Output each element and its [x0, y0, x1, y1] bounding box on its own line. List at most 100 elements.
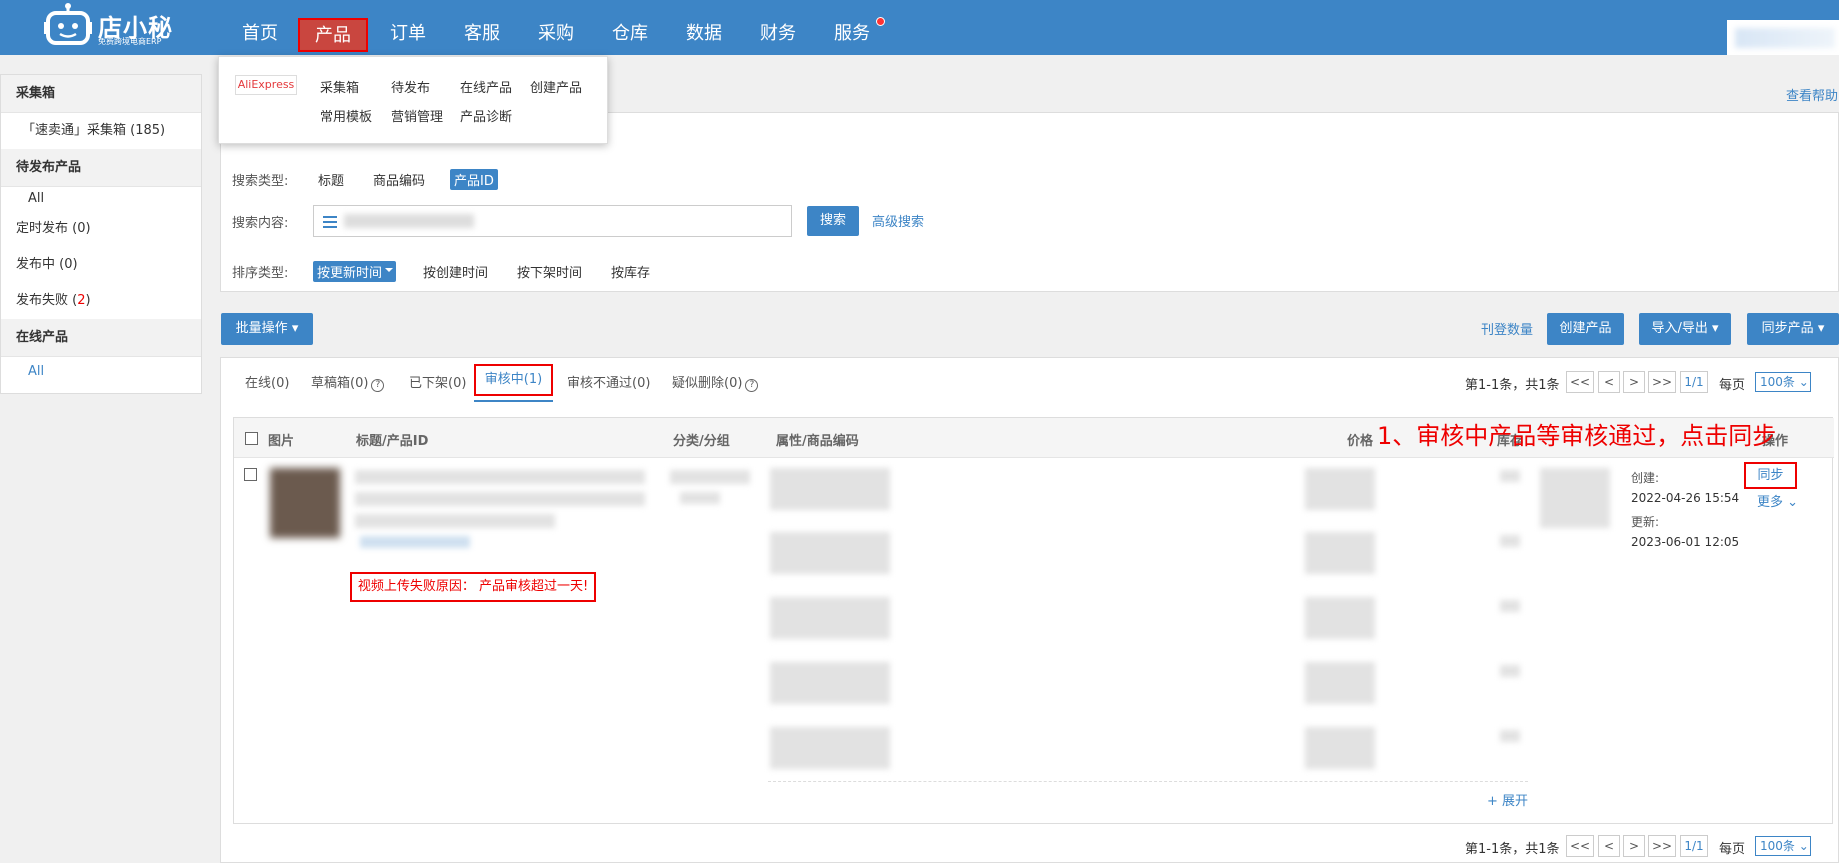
updated-time: 2023-06-01 12:05 [1631, 535, 1740, 549]
more-actions-link[interactable]: 更多 ⌄ [1757, 491, 1798, 510]
sync-products-button[interactable]: 同步产品 ▾ [1747, 313, 1839, 345]
pager-top: 第1-1条，共1条 << < > >> 1/1 每页 100条 ⌄ [1465, 371, 1835, 393]
pager-count: 第1-1条，共1条 [1465, 842, 1560, 857]
import-export-button[interactable]: 导入/导出 ▾ [1639, 313, 1731, 345]
menu-collect-box[interactable]: 采集箱 [320, 77, 359, 96]
pager-next-button[interactable]: > [1623, 835, 1645, 857]
failed-close: ) [85, 293, 91, 308]
app-logo[interactable]: 店小秘 免费跨境电商ERP [44, 2, 214, 50]
search-type-product-id[interactable]: 产品ID [450, 169, 498, 190]
col-price: 价格 [1347, 434, 1374, 449]
pager-first-button[interactable]: << [1566, 371, 1594, 393]
failed-count: 2 [77, 293, 86, 308]
pager-page[interactable]: 1/1 [1680, 835, 1708, 857]
nav-orders[interactable]: 订单 [386, 0, 430, 55]
pager-last-button[interactable]: >> [1648, 835, 1676, 857]
sidebar-item-publishing[interactable]: 发布中 (0) [1, 247, 201, 283]
col-category: 分类/分组 [673, 434, 730, 449]
search-button[interactable]: 搜索 [807, 206, 859, 236]
listing-count-link[interactable]: 刊登数量 [1481, 319, 1533, 338]
per-page-select[interactable]: 100条 ⌄ [1755, 372, 1811, 392]
pager-last-button[interactable]: >> [1648, 371, 1676, 393]
help-question-icon: ? [371, 379, 385, 392]
caret-down-icon [385, 268, 394, 276]
pager-page[interactable]: 1/1 [1680, 371, 1708, 393]
sidebar-item-failed[interactable]: 发布失败 (2) [1, 283, 201, 319]
pager-first-button[interactable]: << [1566, 835, 1594, 857]
sidebar-item-online-all[interactable]: All [1, 357, 201, 387]
help-link[interactable]: 查看帮助 [1786, 85, 1838, 104]
menu-common-templates[interactable]: 常用模板 [320, 106, 372, 125]
tab-rejected[interactable]: 审核不通过(0) [567, 372, 650, 391]
select-all-checkbox[interactable] [245, 432, 258, 445]
brand-tagline: 免费跨境电商ERP [98, 37, 162, 46]
col-image: 图片 [268, 434, 295, 449]
menu-create-product[interactable]: 创建产品 [530, 77, 582, 96]
sidebar-item-aliexpress-collect[interactable]: 「速卖通」采集箱 (185) [1, 113, 201, 149]
help-question-icon: ? [745, 379, 759, 392]
nav-customer-service[interactable]: 客服 [460, 0, 504, 55]
expand-link[interactable]: + 展开 [1487, 790, 1528, 809]
nav-service[interactable]: 服务 [830, 0, 874, 55]
advanced-search-link[interactable]: 高级搜索 [872, 211, 924, 230]
created-time: 2022-04-26 15:54 [1631, 491, 1740, 505]
nav-finance[interactable]: 财务 [756, 0, 800, 55]
search-input[interactable] [313, 205, 792, 237]
notification-dot [876, 17, 885, 26]
sort-by-stock[interactable]: 按库存 [611, 262, 650, 281]
sidebar-head-collect: 采集箱 [1, 75, 201, 113]
col-title: 标题/产品ID [356, 434, 429, 449]
sort-by-create[interactable]: 按创建时间 [423, 262, 488, 281]
pager-prev-button[interactable]: < [1598, 371, 1620, 393]
caret-down-icon: ▾ [1712, 321, 1719, 336]
pager-prev-button[interactable]: < [1598, 835, 1620, 857]
chevron-down-icon: ⌄ [1798, 839, 1809, 853]
nav-product[interactable]: 产品 [298, 18, 368, 52]
sort-type-label: 排序类型: [232, 266, 289, 281]
create-product-button[interactable]: 创建产品 [1547, 313, 1624, 345]
sidebar-head-online: 在线产品 [1, 319, 201, 357]
product-image[interactable] [270, 468, 340, 538]
user-account-area[interactable] [1727, 20, 1839, 55]
menu-marketing[interactable]: 营销管理 [391, 106, 443, 125]
tab-draft[interactable]: 草稿箱(0)? [311, 372, 385, 392]
menu-product-diagnosis[interactable]: 产品诊断 [460, 106, 512, 125]
pager-bottom: 第1-1条，共1条 << < > >> 1/1 每页 100条 ⌄ [1465, 835, 1835, 857]
search-type-title[interactable]: 标题 [318, 170, 344, 189]
pager-next-button[interactable]: > [1623, 371, 1645, 393]
sidebar-item-scheduled[interactable]: 定时发布 (0) [1, 211, 201, 247]
caret-down-icon: ▾ [291, 321, 299, 336]
product-dropdown-menu: AliExpress 采集箱 待发布 在线产品 创建产品 常用模板 营销管理 产… [218, 56, 608, 144]
chevron-down-icon: ⌄ [1798, 375, 1809, 389]
nav-data[interactable]: 数据 [682, 0, 726, 55]
tab-suspect-deleted[interactable]: 疑似删除(0)? [672, 372, 759, 392]
row-checkbox[interactable] [244, 468, 257, 481]
search-type-sku[interactable]: 商品编码 [373, 170, 425, 189]
sidebar: 采集箱 「速卖通」采集箱 (185) 待发布产品 All 定时发布 (0) 发布… [0, 74, 202, 394]
tab-online[interactable]: 在线(0) [245, 372, 289, 391]
per-page-select[interactable]: 100条 ⌄ [1755, 836, 1811, 856]
nav-warehouse[interactable]: 仓库 [608, 0, 652, 55]
aliexpress-platform-tag[interactable]: AliExpress [235, 75, 297, 95]
sync-button[interactable]: 同步 [1744, 462, 1797, 489]
batch-actions-button[interactable]: 批量操作 ▾ [221, 313, 313, 345]
sort-by-update[interactable]: 按更新时间 [313, 261, 397, 282]
created-label: 创建: [1631, 471, 1660, 485]
pager-count: 第1-1条，共1条 [1465, 378, 1560, 393]
tab-offline[interactable]: 已下架(0) [409, 372, 466, 391]
search-type-label: 搜索类型: [232, 174, 289, 189]
sidebar-item-pending-all[interactable]: All [1, 187, 201, 211]
search-content-label: 搜索内容: [232, 216, 289, 231]
menu-pending-publish[interactable]: 待发布 [391, 77, 430, 96]
tab-reviewing[interactable]: 审核中(1) [474, 364, 553, 396]
caret-down-icon: ▾ [1817, 321, 1825, 336]
nav-purchase[interactable]: 采购 [534, 0, 578, 55]
sort-by-offshelf[interactable]: 按下架时间 [517, 262, 582, 281]
sidebar-head-pending: 待发布产品 [1, 149, 201, 187]
robot-logo-icon [44, 3, 92, 45]
per-page-label: 每页 [1719, 378, 1746, 393]
row-divider [768, 781, 1528, 782]
nav-home[interactable]: 首页 [238, 0, 282, 55]
menu-online-products[interactable]: 在线产品 [460, 77, 512, 96]
per-page-label: 每页 [1719, 842, 1746, 857]
